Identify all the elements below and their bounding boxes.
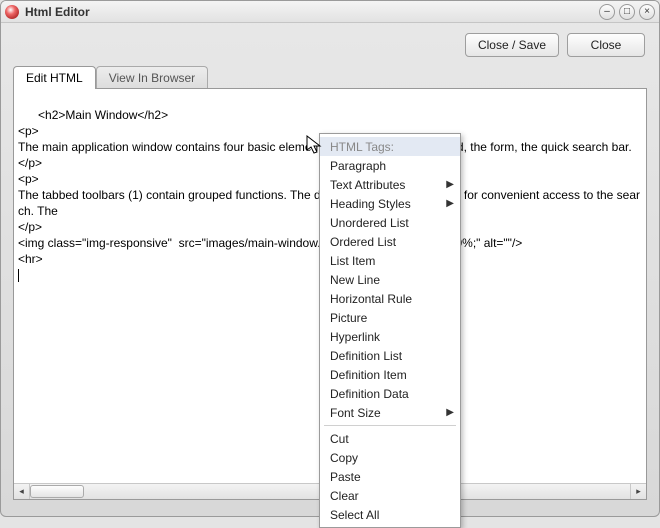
context-menu-header-label: HTML Tags: (330, 140, 394, 154)
submenu-arrow-icon: ▶ (446, 407, 454, 418)
menu-item-label: Text Attributes (330, 178, 405, 192)
menu-item-label: Hyperlink (330, 330, 380, 344)
minimize-button[interactable]: – (599, 4, 615, 20)
menu-item-label: Definition Data (330, 387, 409, 401)
menu-item-label: Definition List (330, 349, 402, 363)
menu-item-cut[interactable]: Cut (320, 429, 460, 448)
submenu-arrow-icon: ▶ (446, 179, 454, 190)
menu-item-definition-list[interactable]: Definition List (320, 346, 460, 365)
tab-edit-html[interactable]: Edit HTML (13, 66, 96, 89)
menu-item-label: Clear (330, 489, 359, 503)
menu-item-heading-styles[interactable]: Heading Styles ▶ (320, 194, 460, 213)
menu-item-label: Select All (330, 508, 379, 522)
menu-item-font-size[interactable]: Font Size ▶ (320, 403, 460, 422)
menu-item-label: List Item (330, 254, 375, 268)
app-icon (5, 5, 19, 19)
menu-item-picture[interactable]: Picture (320, 308, 460, 327)
menu-item-paste[interactable]: Paste (320, 467, 460, 486)
context-menu-separator (324, 425, 456, 426)
menu-item-label: New Line (330, 273, 380, 287)
menu-item-copy[interactable]: Copy (320, 448, 460, 467)
scroll-thumb[interactable] (30, 485, 84, 498)
menu-item-clear[interactable]: Clear (320, 486, 460, 505)
menu-item-unordered-list[interactable]: Unordered List (320, 213, 460, 232)
menu-item-label: Paste (330, 470, 361, 484)
menu-item-label: Definition Item (330, 368, 407, 382)
menu-item-label: Unordered List (330, 216, 409, 230)
menu-item-hyperlink[interactable]: Hyperlink (320, 327, 460, 346)
close-save-button[interactable]: Close / Save (465, 33, 559, 57)
window-title: Html Editor (25, 5, 599, 19)
menu-item-paragraph[interactable]: Paragraph (320, 156, 460, 175)
tab-view-in-browser[interactable]: View In Browser (96, 66, 208, 89)
menu-item-definition-data[interactable]: Definition Data (320, 384, 460, 403)
tab-bar: Edit HTML View In Browser (1, 65, 659, 88)
menu-item-label: Copy (330, 451, 358, 465)
menu-item-text-attributes[interactable]: Text Attributes ▶ (320, 175, 460, 194)
menu-item-label: Heading Styles (330, 197, 411, 211)
menu-item-label: Paragraph (330, 159, 386, 173)
menu-item-definition-item[interactable]: Definition Item (320, 365, 460, 384)
menu-item-select-all[interactable]: Select All (320, 505, 460, 524)
submenu-arrow-icon: ▶ (446, 198, 454, 209)
menu-item-label: Ordered List (330, 235, 396, 249)
menu-item-label: Cut (330, 432, 349, 446)
maximize-button[interactable]: □ (619, 4, 635, 20)
menu-item-label: Picture (330, 311, 367, 325)
text-caret (18, 269, 19, 282)
menu-item-new-line[interactable]: New Line (320, 270, 460, 289)
toolbar: Close / Save Close (1, 23, 659, 65)
close-window-button[interactable]: × (639, 4, 655, 20)
context-menu-header: HTML Tags: (320, 137, 460, 156)
menu-item-label: Horizontal Rule (330, 292, 412, 306)
titlebar[interactable]: Html Editor – □ × (1, 1, 659, 23)
scroll-left-arrow[interactable]: ◂ (14, 484, 30, 499)
menu-item-horizontal-rule[interactable]: Horizontal Rule (320, 289, 460, 308)
menu-item-label: Font Size (330, 406, 381, 420)
close-button[interactable]: Close (567, 33, 645, 57)
scroll-right-arrow[interactable]: ▸ (630, 484, 646, 499)
context-menu: HTML Tags: ParagraphText Attributes▶Head… (319, 133, 461, 528)
menu-item-ordered-list[interactable]: Ordered List (320, 232, 460, 251)
menu-item-list-item[interactable]: List Item (320, 251, 460, 270)
